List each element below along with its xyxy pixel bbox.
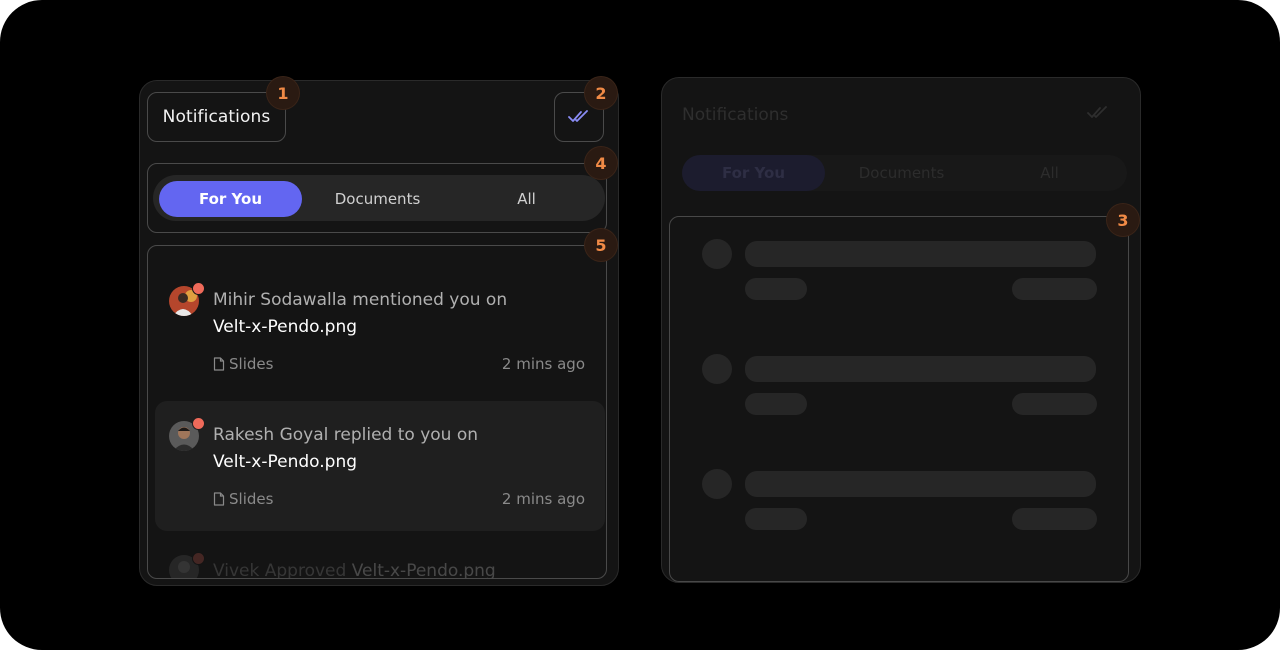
document-icon	[213, 357, 225, 371]
panel-title-box: Notifications	[147, 92, 286, 142]
double-check-icon	[568, 110, 588, 122]
tab-all[interactable]: All	[455, 181, 598, 217]
annotation-badge-5: 5	[585, 229, 617, 261]
source-label: Slides	[229, 355, 274, 373]
unread-dot	[192, 282, 205, 295]
skeleton-avatar	[702, 239, 732, 269]
notification-text: Mihir Sodawalla mentioned you on	[213, 290, 508, 310]
notification-list: Mihir Sodawalla mentioned you on Velt-x-…	[147, 245, 607, 579]
notification-time: 2 mins ago	[501, 490, 585, 508]
tab-bar: For You Documents All	[153, 175, 605, 221]
annotation-badge-1: 1	[267, 77, 299, 109]
skeleton-avatar	[702, 354, 732, 384]
tab-for-you-ghost: For You	[682, 155, 825, 191]
skeleton-line	[745, 393, 807, 415]
notification-source: Slides	[213, 490, 273, 508]
notifications-panel-loading: Notifications For You Documents All	[661, 77, 1141, 583]
annotation-badge-3: 3	[1107, 204, 1139, 236]
canvas: Notifications For You Documents All Mihi…	[0, 0, 1280, 650]
faded-file: Velt-x-Pendo.png	[351, 561, 496, 579]
skeleton-avatar	[702, 469, 732, 499]
tab-documents[interactable]: Documents	[306, 181, 449, 217]
skeleton-line	[745, 471, 1096, 497]
notification-source: Slides	[213, 355, 273, 373]
notification-item[interactable]: Mihir Sodawalla mentioned you on Velt-x-…	[155, 266, 605, 396]
annotation-badge-4: 4	[585, 147, 617, 179]
notification-text: Rakesh Goyal replied to you on	[213, 425, 479, 445]
faded-action: Vivek Approved	[213, 561, 347, 579]
skeleton-line	[745, 356, 1096, 382]
tab-all-ghost: All	[1040, 164, 1059, 182]
skeleton-line	[1012, 508, 1097, 530]
notification-item-faded[interactable]: Vivek Approved Velt-x-Pendo.png	[155, 552, 605, 579]
skeleton-line	[745, 508, 807, 530]
notification-time: 2 mins ago	[501, 355, 585, 373]
skeleton-list	[669, 216, 1129, 582]
panel-title-ghost: Notifications	[682, 105, 789, 125]
unread-dot	[192, 552, 205, 565]
tab-for-you[interactable]: For You	[159, 181, 302, 217]
notification-item[interactable]: Rakesh Goyal replied to you on Velt-x-Pe…	[155, 401, 605, 531]
skeleton-line	[745, 241, 1096, 267]
notifications-panel: Notifications For You Documents All Mihi…	[139, 80, 619, 586]
annotation-badge-2: 2	[585, 77, 617, 109]
tab-bar-ghost: For You Documents All	[682, 155, 1127, 191]
notification-text: Vivek Approved Velt-x-Pendo.png	[213, 561, 496, 579]
notification-file[interactable]: Velt-x-Pendo.png	[213, 452, 357, 472]
notification-file[interactable]: Velt-x-Pendo.png	[213, 317, 357, 337]
source-label: Slides	[229, 490, 274, 508]
skeleton-line	[1012, 278, 1097, 300]
panel-title: Notifications	[162, 107, 271, 127]
skeleton-line	[745, 278, 807, 300]
double-check-icon	[1087, 106, 1107, 118]
skeleton-line	[1012, 393, 1097, 415]
unread-dot	[192, 417, 205, 430]
tab-documents-ghost: Documents	[858, 164, 945, 182]
document-icon	[213, 492, 225, 506]
